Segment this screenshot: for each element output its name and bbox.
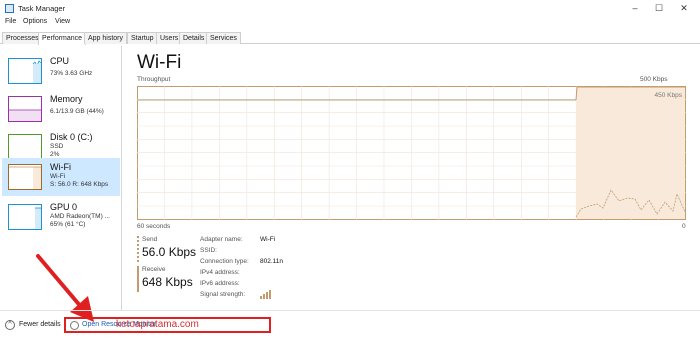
property-key: Signal strength: [200,291,246,298]
property-row: IPv6 address: [200,280,340,290]
property-row: IPv4 address: [200,269,340,279]
send-indicator [137,236,139,262]
send-label: Send [142,236,158,243]
receive-value: 648 Kbps [142,275,193,289]
time-span-label: 60 seconds [137,223,171,230]
receive-indicator [137,266,139,292]
property-key: Connection type: [200,258,249,265]
memory-thumbnail [8,96,42,122]
tab-app-history[interactable]: App history [84,32,128,44]
signal-strength-icon [260,290,271,299]
gpu-thumbnail [8,204,42,230]
menu-file[interactable]: File [5,18,16,25]
tab-startup[interactable]: Startup [127,32,158,44]
chevron-up-icon[interactable]: ^ [5,320,15,330]
window-title: Task Manager [18,4,66,13]
sidebar-item-label: Wi-Fi [50,162,71,172]
sidebar-item-gpu[interactable]: GPU 0 AMD Radeon(TM) ... 65% (61 °C) [2,198,120,236]
menu-options[interactable]: Options [23,18,47,25]
footer-bar: ^ Fewer details Open Resource Monitor ke… [0,310,700,338]
sidebar-item-memory[interactable]: Memory 6.1/13.9 GB (44%) [2,90,120,128]
disk-thumbnail [8,134,42,160]
tab-services[interactable]: Services [206,32,241,44]
property-key: IPv6 address: [200,280,240,287]
cpu-thumbnail [8,58,42,84]
wifi-throughput: S: 56.0 R: 648 Kbps [50,181,109,188]
tab-strip: Processes Performance App history Startu… [0,31,700,45]
disk-usage: 2% [50,151,60,158]
max-scale-label: 500 Kbps [640,76,668,83]
sidebar-item-label: CPU [50,56,70,66]
receive-area [576,87,685,219]
memory-usage: 6.1/13.9 GB (44%) [50,108,104,115]
sidebar-item-wifi[interactable]: Wi-Fi Wi-Fi S: 56.0 R: 648 Kbps [2,158,120,196]
property-row: Adapter name: Wi-Fi [200,236,340,246]
tab-performance[interactable]: Performance [38,32,87,45]
property-key: Adapter name: [200,236,243,243]
receive-stat: Receive 648 Kbps [137,266,197,294]
property-row: Connection type: 802.11n [200,258,340,268]
title-bar: Task Manager – ☐ ✕ [0,0,700,17]
minimize-icon[interactable]: – [628,3,642,14]
menu-bar: File Options View [0,17,700,29]
tab-processes[interactable]: Processes [2,32,43,44]
throughput-label: Throughput [137,76,171,83]
inner-scale-label: 450 Kbps [655,92,683,99]
gpu-usage: 65% (61 °C) [50,221,86,228]
annotation-highlight-box [64,317,271,333]
task-manager-icon [5,4,14,13]
sidebar-item-label: Disk 0 (C:) [50,132,93,142]
page-title: Wi-Fi [137,52,182,73]
property-row: SSID: [200,247,340,257]
disk-type: SSD [50,143,64,150]
menu-view[interactable]: View [55,18,70,25]
property-row: Signal strength: [200,290,340,301]
receive-label: Receive [142,266,166,273]
sidebar-item-cpu[interactable]: CPU 73% 3.63 GHz [2,52,120,90]
property-value: Wi-Fi [260,236,276,243]
sidebar-item-label: GPU 0 [50,202,78,212]
fewer-details-link[interactable]: Fewer details [19,321,61,328]
close-icon[interactable]: ✕ [677,3,691,14]
property-key: SSID: [200,247,217,254]
throughput-graph: 450 Kbps [137,86,686,220]
wifi-thumbnail [8,164,42,190]
cpu-usage: 73% 3.63 GHz [50,70,93,77]
wifi-adapter: Wi-Fi [50,173,66,180]
zero-label: 0 [682,223,686,230]
tab-details[interactable]: Details [179,32,209,44]
property-key: IPv4 address: [200,269,240,276]
sidebar-item-label: Memory [50,94,83,104]
property-value: 802.11n [260,258,284,265]
maximize-icon[interactable]: ☐ [652,3,666,14]
gpu-model: AMD Radeon(TM) ... [50,213,110,220]
send-value: 56.0 Kbps [142,245,197,259]
send-stat: Send 56.0 Kbps [137,236,197,264]
